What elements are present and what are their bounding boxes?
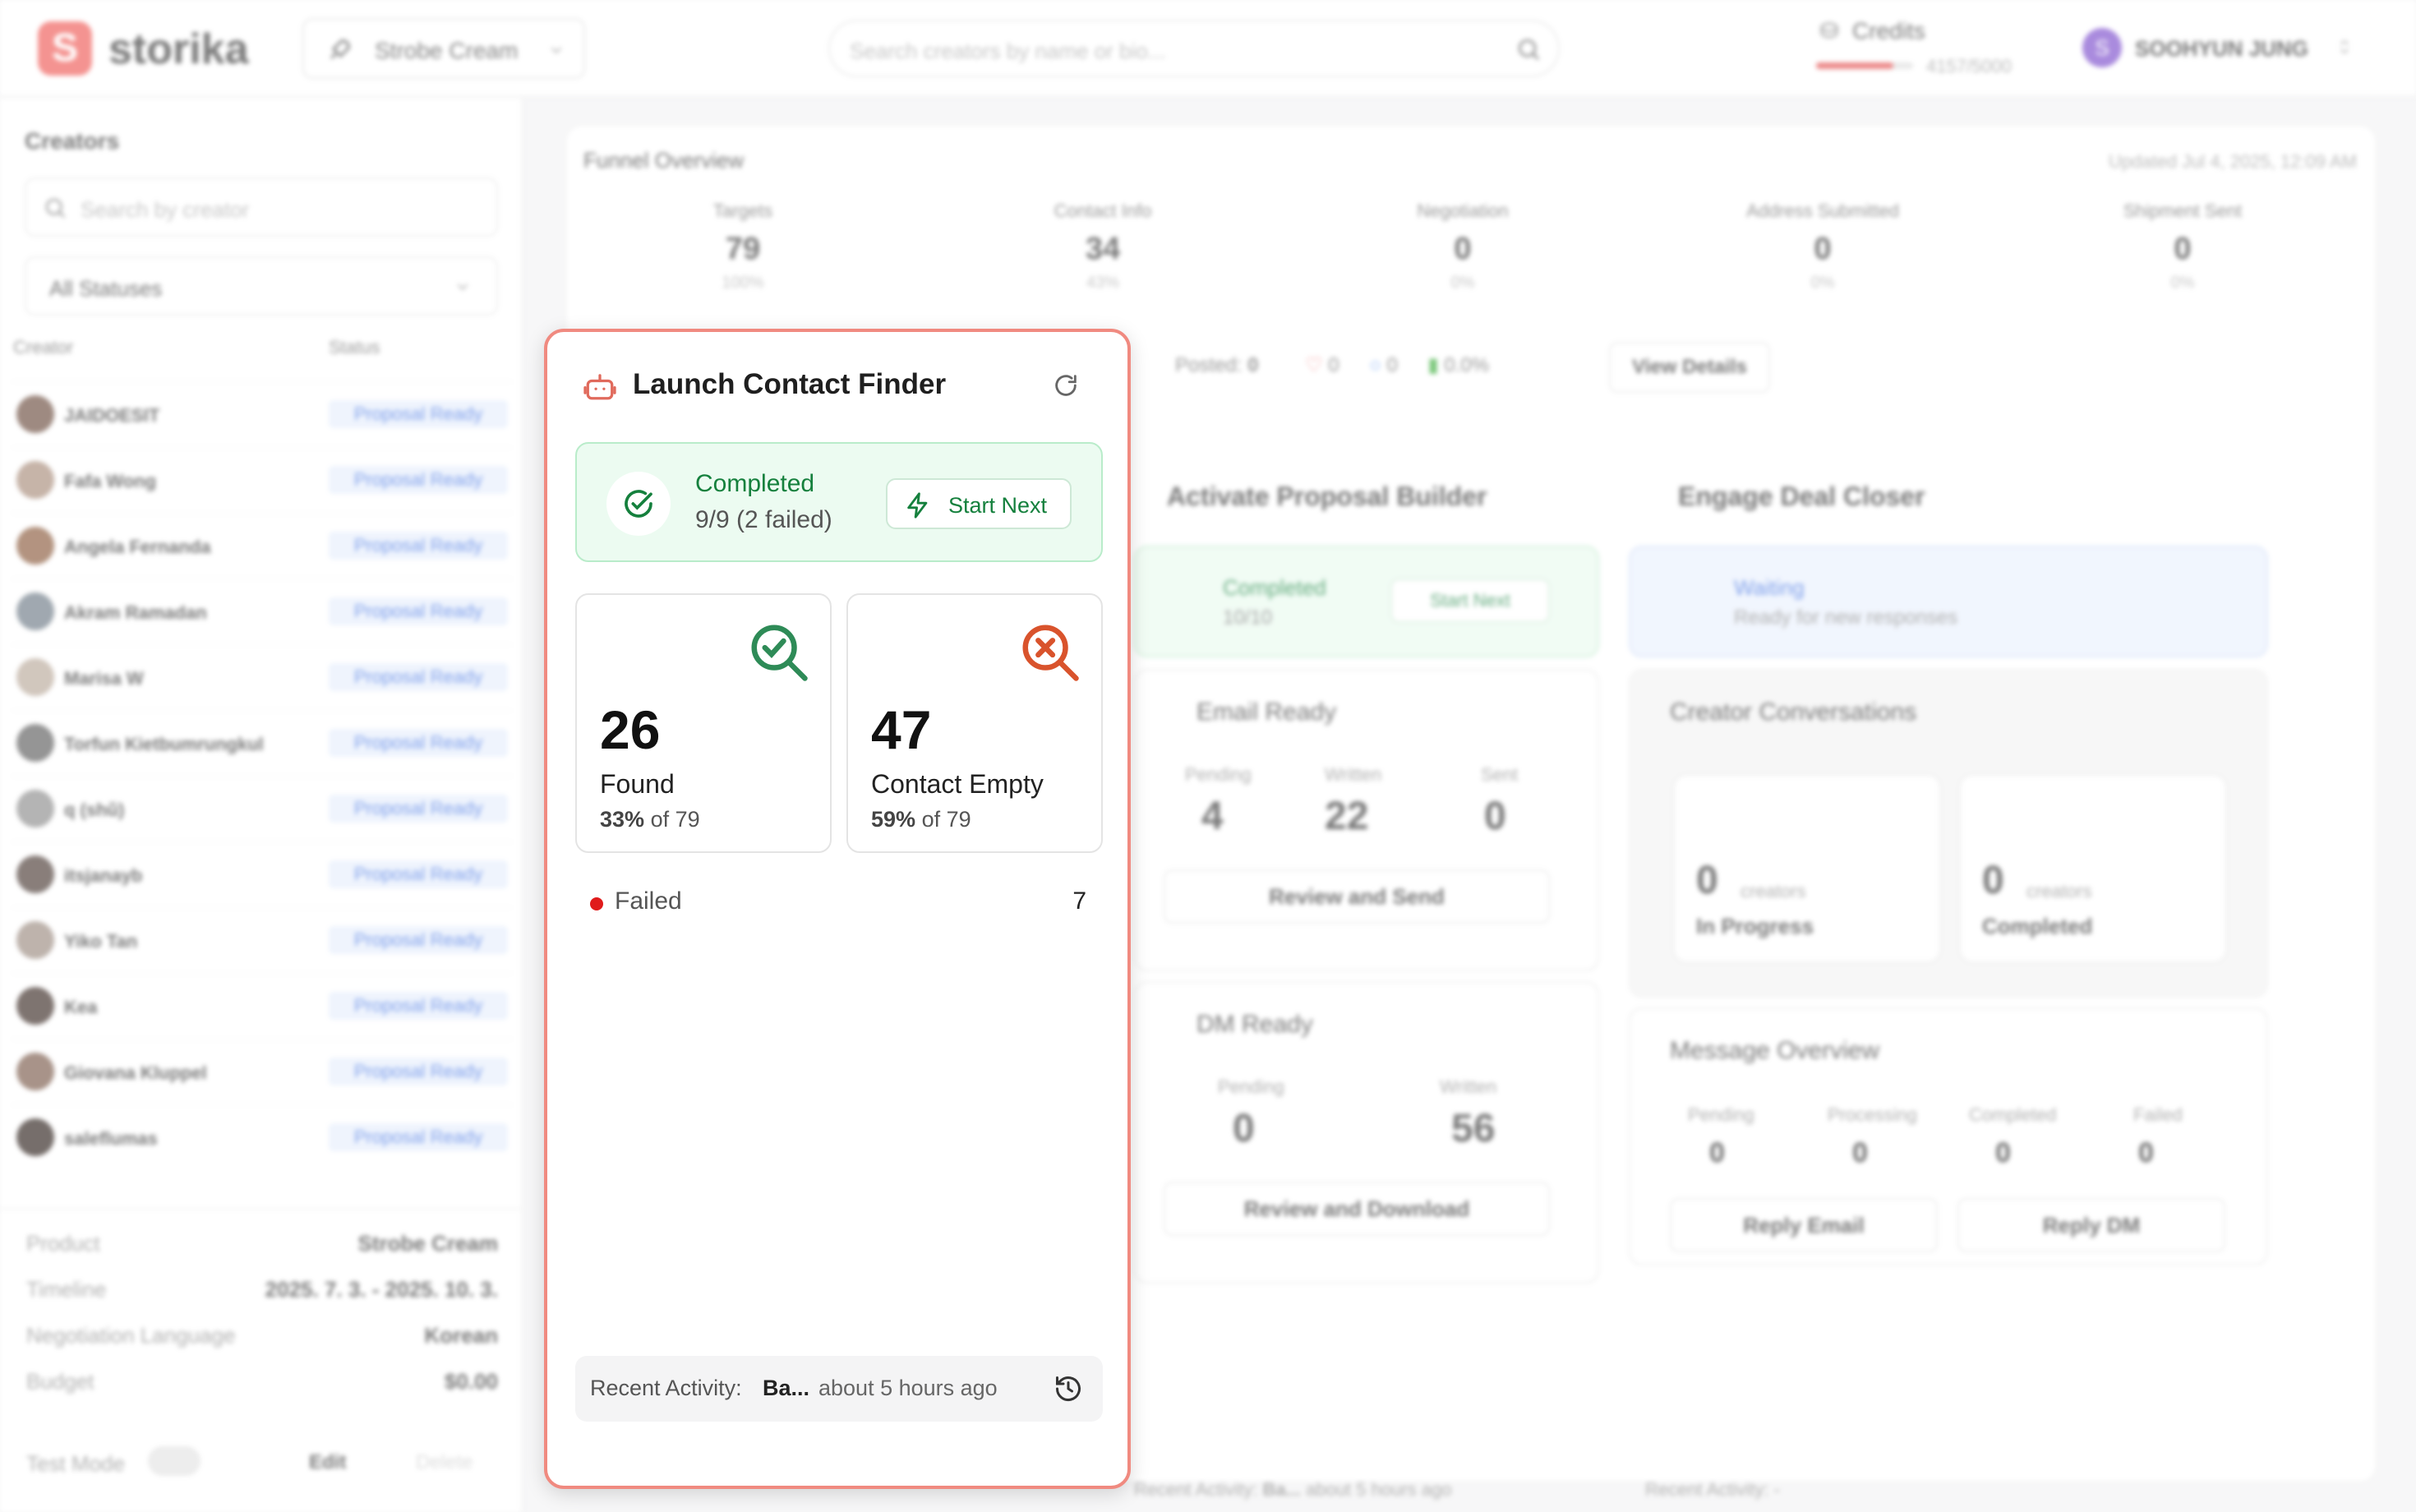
- contact-empty-value: 47: [871, 699, 932, 760]
- check-circle-icon: [606, 472, 671, 536]
- start-next-label: Start Next: [948, 493, 1048, 518]
- failed-value: 7: [1072, 887, 1086, 915]
- recent-activity-value: Ba...: [763, 1376, 810, 1400]
- contact-empty-label: Contact Empty: [871, 769, 1044, 799]
- recent-activity-bar: Recent Activity: Ba... about 5 hours ago: [575, 1356, 1103, 1422]
- contact-empty-percent: 59% of 79: [871, 807, 971, 832]
- found-stat-card: 26 Found 33% of 79: [575, 593, 832, 853]
- found-value: 26: [600, 699, 661, 760]
- blur-overlay: [0, 0, 2416, 1512]
- contact-empty-stat-card: 47 Contact Empty 59% of 79: [846, 593, 1103, 853]
- lightning-icon: [907, 492, 928, 519]
- failed-status-dot: [590, 897, 603, 910]
- robot-icon: [583, 374, 616, 400]
- failed-label: Failed: [615, 887, 682, 915]
- search-check-icon: [751, 625, 808, 681]
- found-label: Found: [600, 769, 675, 799]
- contact-finder-status: Completed: [695, 470, 815, 497]
- recent-activity-label: Recent Activity:: [590, 1376, 742, 1400]
- contact-finder-card: Launch Contact Finder Completed 9/9 (2 f…: [544, 329, 1131, 1489]
- refresh-icon[interactable]: [1052, 371, 1080, 399]
- start-next-button[interactable]: Start Next: [886, 478, 1072, 529]
- found-percent: 33% of 79: [600, 807, 700, 832]
- contact-finder-status-detail: 9/9 (2 failed): [695, 506, 832, 533]
- contact-finder-status-card: Completed 9/9 (2 failed) Start Next: [575, 442, 1103, 562]
- contact-finder-title: Launch Contact Finder: [633, 368, 947, 400]
- history-icon[interactable]: [1054, 1374, 1083, 1404]
- search-x-icon: [1022, 625, 1079, 681]
- recent-activity-time: about 5 hours ago: [818, 1376, 998, 1400]
